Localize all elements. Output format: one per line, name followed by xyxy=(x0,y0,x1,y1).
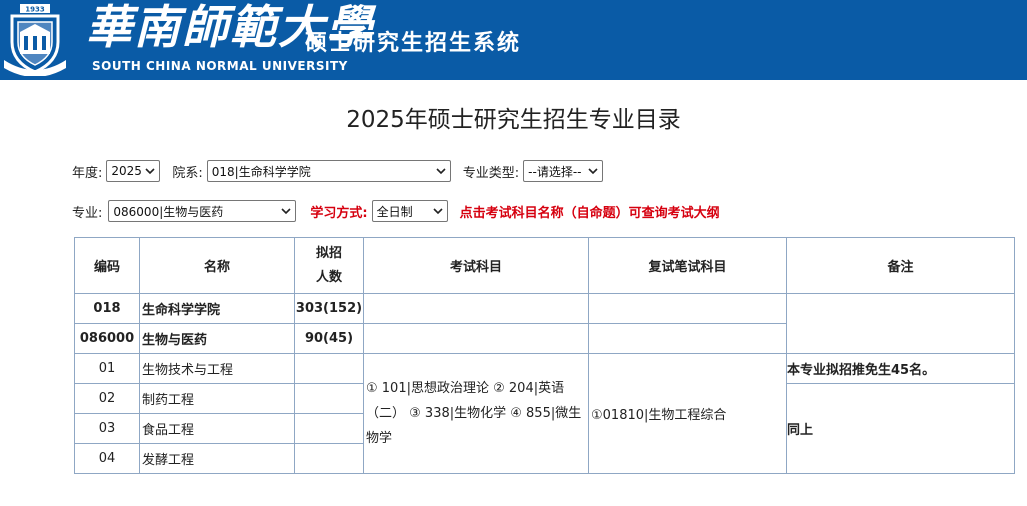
dept-select[interactable]: 018|生命科学学院 xyxy=(206,160,451,182)
college-row: 018 生命科学学院 303(152) xyxy=(74,293,1015,354)
header-plan-line2: 人数 xyxy=(315,269,342,285)
filter-row-year-dept: 年度: 2025 院系: 018|生命科学学院 专业类型: --请选择-- xyxy=(72,160,604,182)
major-select-value: 086000|生物与医药 xyxy=(113,204,224,219)
university-logo: 1933 xyxy=(4,4,66,76)
college-exam-empty xyxy=(363,293,589,324)
direction-name: 食品工程 xyxy=(139,413,295,444)
direction-code: 02 xyxy=(74,383,140,414)
direction-code: 03 xyxy=(74,413,140,444)
header-plan-line1: 拟招 xyxy=(315,245,342,261)
school-name-english: SOUTH CHINA NORMAL UNIVERSITY xyxy=(92,59,348,73)
direction-name: 制药工程 xyxy=(139,383,295,414)
college-retest-empty xyxy=(588,293,787,324)
remark-first: 本专业拟招推免生45名。 xyxy=(786,353,1015,384)
header-banner: 1933 華南師範大學 硕士研究生招生系统 SOUTH CHINA NORMAL… xyxy=(0,0,1027,80)
dept-label: 院系: xyxy=(172,165,203,181)
chevron-down-icon xyxy=(436,168,446,175)
college-plan: 303(152) xyxy=(294,293,364,324)
direction-code: 04 xyxy=(74,443,140,474)
header-remark: 备注 xyxy=(786,237,1015,294)
exam-subjects-cell: ① 101|思想政治理论 ② 204|英语 （二） ③ 338|生物化学 ④ 8… xyxy=(363,353,589,474)
major-type-label: 专业类型: xyxy=(462,165,520,181)
exam-subjects-line3[interactable]: 物学 xyxy=(366,426,588,451)
chevron-down-icon xyxy=(433,208,443,215)
college-code: 018 xyxy=(74,293,140,324)
major-plan: 90(45) xyxy=(294,323,364,354)
direction-plan-empty xyxy=(294,383,364,414)
year-label: 年度: xyxy=(72,165,103,181)
major-type-select-value: --请选择-- xyxy=(528,164,582,179)
direction-plan-empty xyxy=(294,443,364,474)
direction-plan-empty xyxy=(294,353,364,384)
year-select-value: 2025 xyxy=(111,164,142,178)
study-mode-select-value: 全日制 xyxy=(376,204,413,219)
major-code: 086000 xyxy=(74,323,140,354)
table-row: 01 生物技术与工程 ① 101|思想政治理论 ② 204|英语 （二） ③ 3… xyxy=(74,353,1015,474)
direction-code: 01 xyxy=(74,353,140,384)
exam-subjects-line1[interactable]: ① 101|思想政治理论 ② 204|英语 xyxy=(366,376,588,401)
program-table: 编码 名称 拟招 人数 考试科目 复试笔试科目 备注 018 生命科学学院 30… xyxy=(74,237,1015,474)
major-type-select[interactable]: --请选择-- xyxy=(523,160,604,182)
direction-plan-empty xyxy=(294,413,364,444)
svg-text:1933: 1933 xyxy=(25,6,45,14)
header-code: 编码 xyxy=(74,237,140,294)
major-retest-empty xyxy=(588,323,787,354)
header-retest-subjects: 复试笔试科目 xyxy=(588,237,787,294)
direction-name: 发酵工程 xyxy=(139,443,295,474)
college-remark-empty xyxy=(786,293,1015,354)
direction-name: 生物技术与工程 xyxy=(139,353,295,384)
remark-rest: 同上 xyxy=(786,383,1015,474)
chevron-down-icon xyxy=(588,168,598,175)
major-name: 生物与医药 xyxy=(139,323,295,354)
study-mode-select[interactable]: 全日制 xyxy=(371,200,448,222)
table-header-row: 编码 名称 拟招 人数 考试科目 复试笔试科目 备注 xyxy=(74,237,1015,294)
chevron-down-icon xyxy=(145,168,155,175)
major-select[interactable]: 086000|生物与医药 xyxy=(108,200,297,222)
system-name: 硕士研究生招生系统 xyxy=(305,30,522,56)
major-label: 专业: xyxy=(72,205,103,221)
exam-subjects-line2[interactable]: （二） ③ 338|生物化学 ④ 855|微生 xyxy=(366,401,588,426)
year-select[interactable]: 2025 xyxy=(106,160,161,182)
page-title: 2025年硕士研究生招生专业目录 xyxy=(346,107,681,133)
filter-row-major-mode: 专业: 086000|生物与医药 学习方式: 全日制 点击考试科目名称（自命题）… xyxy=(72,200,720,222)
retest-subject: ①01810|生物工程综合 xyxy=(588,353,787,474)
study-mode-label: 学习方式: xyxy=(310,205,368,221)
chevron-down-icon xyxy=(281,208,291,215)
header-exam-subjects: 考试科目 xyxy=(363,237,589,294)
college-name: 生命科学学院 xyxy=(139,293,295,324)
major-exam-empty xyxy=(363,323,589,354)
exam-syllabus-hint: 点击考试科目名称（自命题）可查询考试大纲 xyxy=(459,205,720,221)
header-name: 名称 xyxy=(139,237,295,294)
dept-select-value: 018|生命科学学院 xyxy=(211,164,311,179)
header-plan: 拟招 人数 xyxy=(294,237,364,294)
